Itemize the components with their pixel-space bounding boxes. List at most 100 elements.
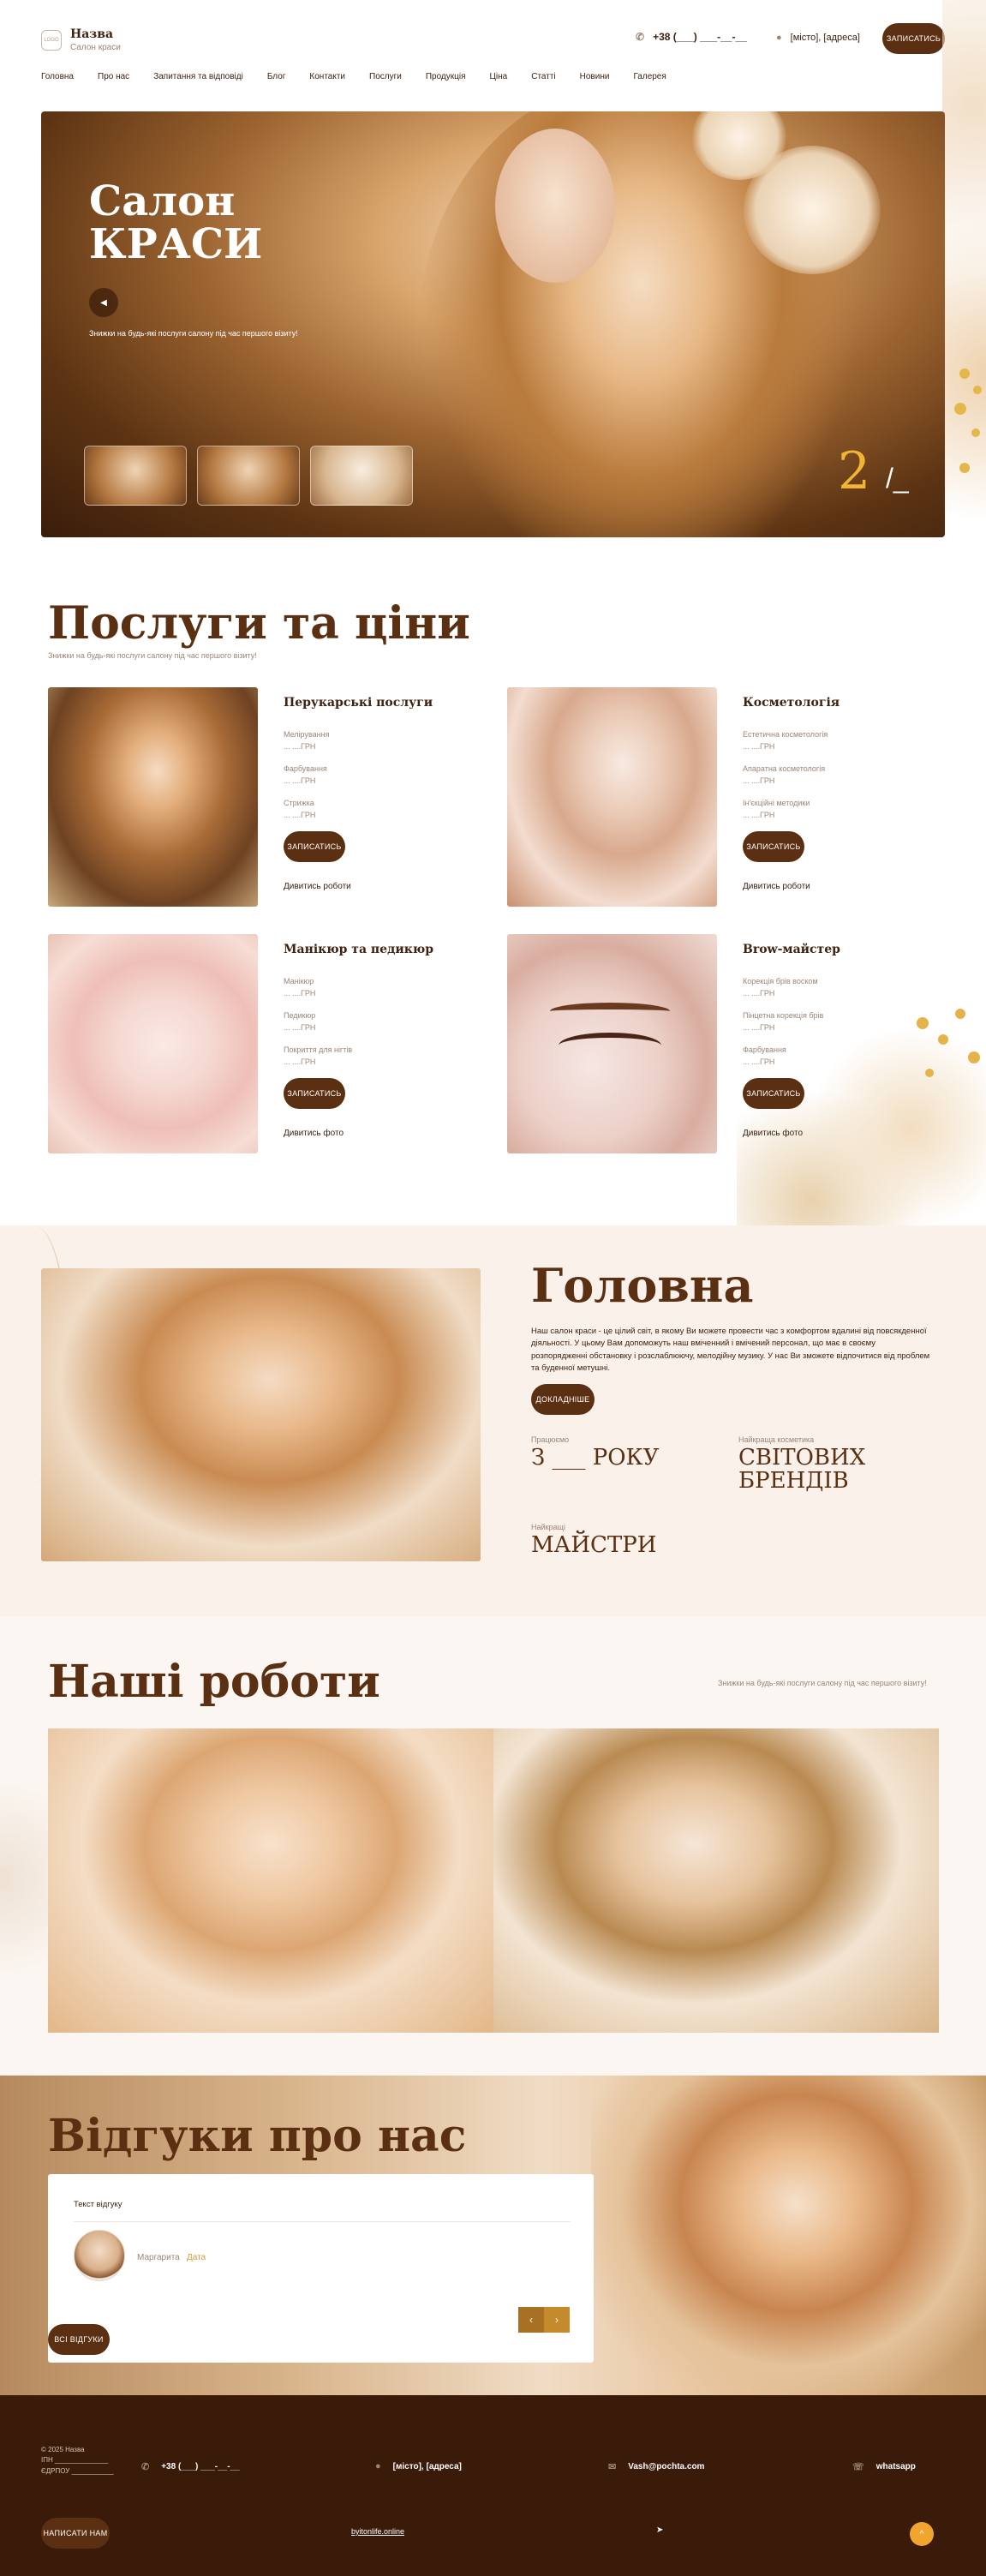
footer-email[interactable]: ✉ Vash@pochta.com — [608, 2461, 704, 2472]
hero-woman-face — [495, 129, 615, 283]
nav-item-gallery[interactable]: Галерея — [633, 72, 666, 81]
service-book-button[interactable]: записатись — [743, 1078, 804, 1109]
nav-item-home[interactable]: Головна — [41, 72, 74, 81]
nav-item-services[interactable]: Послуги — [369, 72, 402, 81]
services-section: Послуги та ціни Знижки на будь-які послу… — [0, 537, 986, 1225]
service-item: Пінцетна корекція брів... ....ГРН — [743, 1011, 824, 1032]
about-image — [41, 1268, 481, 1561]
footer-site-link[interactable]: byitonlife.online — [351, 2527, 404, 2536]
service-name: Brow-майстер — [743, 943, 840, 956]
service-item: Педикюр... ....ГРН — [284, 1011, 316, 1032]
nav-item-articles[interactable]: Статті — [531, 72, 555, 81]
mail-icon: ✉ — [608, 2462, 617, 2472]
nav-item-products[interactable]: Продукція — [426, 72, 466, 81]
hero-subtitle: Знижки на будь-які послуги салону під ча… — [89, 329, 298, 338]
hero-slider: Салон КРАСИ ◀ Знижки на будь-які послуги… — [41, 111, 945, 537]
review-divider — [74, 2221, 571, 2222]
logo[interactable]: LOGO Назва Салон краси — [41, 27, 121, 52]
service-works-link[interactable]: Дивитись роботи — [284, 882, 351, 891]
logo-subtitle: Салон краси — [70, 43, 121, 52]
service-item: Ін'єкційні методики... ....ГРН — [743, 799, 810, 819]
header-address-text: [місто], [адреса] — [790, 33, 860, 43]
service-photos-link[interactable]: Дивитись фото — [743, 1129, 803, 1138]
service-item: Покриття для нігтів... ....ГРН — [284, 1045, 353, 1066]
header-phone-number: +38 (___) ___-__-__ — [653, 31, 747, 43]
service-card: Манікюр та педикюр Манікюр... ....ГРН Пе… — [48, 934, 459, 1153]
service-photos-link[interactable]: Дивитись фото — [284, 1129, 344, 1138]
nav-item-prices[interactable]: Ціна — [490, 72, 508, 81]
service-card: Brow-майстер Корекція брів воском... ...… — [507, 934, 918, 1153]
service-image — [48, 934, 258, 1153]
work-image[interactable] — [48, 1728, 493, 2033]
footer-whatsapp[interactable]: ☏ whatsapp — [852, 2461, 916, 2472]
location-pin-icon: ● — [375, 2461, 381, 2471]
service-item: Корекція брів воском... ....ГРН — [743, 977, 818, 997]
footer-phone[interactable]: ✆ +38 (___) ___-__-__ — [141, 2461, 240, 2472]
service-book-button[interactable]: записатись — [743, 831, 804, 862]
header-book-button[interactable]: записатись — [882, 23, 945, 54]
slide-counter-separator: / — [886, 463, 893, 494]
phone-icon: ✆ — [636, 31, 645, 43]
footer-registry-code: ЄДРПОУ ___________ — [41, 2466, 114, 2475]
slide-counter-total: /_ — [886, 463, 909, 494]
services-subtitle: Знижки на будь-які послуги салону під ча… — [48, 651, 257, 660]
hero-thumbnail[interactable] — [197, 446, 300, 506]
main-nav: Головна Про нас Запитання та відповіді Б… — [41, 72, 690, 81]
eye-illustration — [559, 1033, 661, 1058]
works-subtitle: Знижки на будь-які послуги салону під ча… — [718, 1679, 927, 1687]
about-section: Головна Наш салон краси - це цілий світ,… — [0, 1225, 986, 1617]
logo-title: Назва — [70, 27, 114, 41]
phone-icon: ✆ — [141, 2462, 150, 2472]
footer-copyright: © 2025 Назва ІПН ______________ ЄДРПОУ _… — [41, 2445, 114, 2477]
about-title: Головна — [531, 1258, 754, 1313]
slide-counter-current: 2 — [838, 441, 871, 501]
header-address[interactable]: ● [місто], [адреса] — [776, 33, 860, 43]
prev-arrow-icon[interactable]: ‹ — [518, 2307, 544, 2333]
service-item: Фарбування... ....ГРН — [743, 1045, 786, 1066]
service-image — [48, 687, 258, 907]
hero-play-button[interactable]: ◀ — [89, 288, 118, 317]
nav-item-faq[interactable]: Запитання та відповіді — [153, 72, 243, 81]
stat-value: СВІТОВИХ БРЕНДІВ — [738, 1445, 866, 1495]
service-book-button[interactable]: записатись — [284, 1078, 345, 1109]
service-item: Естетична косметологія... ....ГРН — [743, 730, 828, 751]
footer-tax-id: ІПН ______________ — [41, 2456, 109, 2465]
nav-item-blog[interactable]: Блог — [267, 72, 286, 81]
service-book-button[interactable]: записатись — [284, 831, 345, 862]
reviewer-avatar — [74, 2230, 125, 2281]
nav-item-news[interactable]: Новини — [580, 72, 610, 81]
service-works-link[interactable]: Дивитись роботи — [743, 882, 810, 891]
review-text: Текст відгуку — [74, 2200, 123, 2209]
hero-thumbnail[interactable] — [84, 446, 187, 506]
footer-whatsapp-text: whatsapp — [875, 2462, 916, 2471]
reviews-section: Відгуки про нас Текст відгуку Маргарита … — [0, 2076, 986, 2395]
about-more-button[interactable]: докладніше — [531, 1384, 595, 1415]
review-date: Дата — [187, 2253, 206, 2262]
hero-thumbnails — [84, 446, 413, 506]
nav-item-contacts[interactable]: Контакти — [309, 72, 345, 81]
works-section: Наші роботи Знижки на будь-які послуги с… — [0, 1617, 986, 2076]
service-image — [507, 934, 717, 1153]
nav-item-about[interactable]: Про нас — [98, 72, 129, 81]
service-image — [507, 687, 717, 907]
hero-thumbnail[interactable] — [310, 446, 413, 506]
hero-title: Салон КРАСИ — [89, 180, 262, 267]
service-item: Манікюр... ....ГРН — [284, 977, 316, 997]
service-name: Косметологія — [743, 696, 840, 710]
review-card: Текст відгуку Маргарита Дата всі відгуки — [48, 2174, 594, 2363]
scroll-up-icon[interactable]: ^ — [910, 2522, 934, 2546]
work-image[interactable] — [493, 1728, 939, 2033]
footer-address[interactable]: ● [місто], [адреса] — [375, 2461, 462, 2471]
header-phone[interactable]: ✆ +38 (___) ___-__-__ — [636, 31, 747, 43]
service-item: Мелірування... ....ГРН — [284, 730, 330, 751]
service-item: Стрижка... ....ГРН — [284, 799, 316, 819]
all-reviews-button[interactable]: всі відгуки — [48, 2324, 110, 2355]
footer-copyright-line: © 2025 Назва — [41, 2446, 85, 2453]
footer-write-us-button[interactable]: написати нам — [41, 2518, 110, 2549]
reviewer-name: Маргарита — [137, 2253, 180, 2262]
footer-email-text: Vash@pochta.com — [628, 2462, 705, 2471]
telegram-icon[interactable]: ➤ — [656, 2525, 663, 2535]
next-arrow-icon[interactable]: › — [544, 2307, 570, 2333]
reviews-background-illustration — [591, 2076, 986, 2395]
stat-label: Найкращі — [531, 1523, 565, 1531]
